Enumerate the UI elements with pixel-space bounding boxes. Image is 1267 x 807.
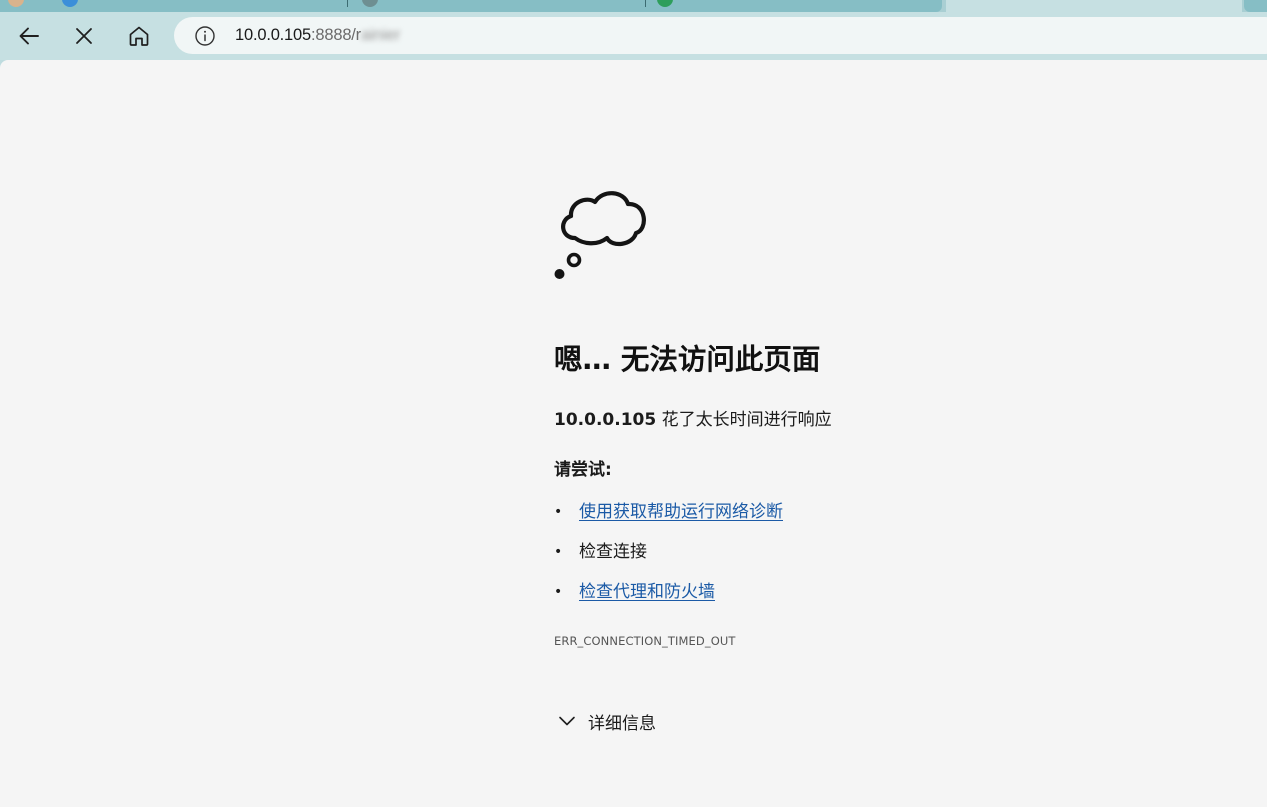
stop-loading-button[interactable] (66, 18, 102, 54)
bullet: • (554, 584, 563, 600)
check-proxy-firewall-link[interactable]: 检查代理和防火墙 (579, 578, 715, 606)
tab-separator (645, 0, 646, 7)
page-viewport: 嗯… 无法访问此页面 10.0.0.105 花了太长时间进行响应 请尝试: • … (0, 60, 1267, 807)
tab-inactive[interactable] (1244, 0, 1267, 12)
check-connection-text: 检查连接 (579, 542, 647, 562)
site-info-button[interactable] (194, 25, 216, 47)
details-toggle-button[interactable]: 详细信息 (556, 706, 656, 736)
details-label: 详细信息 (588, 713, 656, 734)
tab-separator (347, 0, 348, 7)
home-icon (129, 26, 149, 46)
back-arrow-icon (19, 27, 39, 45)
close-icon (76, 28, 92, 44)
url-text[interactable]: 10.0.0.105:8888/rainier (235, 17, 400, 54)
browser-toolbar: 10.0.0.105:8888/rainier (0, 12, 1267, 60)
try-label: 请尝试: (554, 460, 612, 480)
error-description: 10.0.0.105 花了太长时间进行响应 (554, 407, 832, 433)
info-icon (195, 26, 215, 46)
thought-cloud-icon (554, 191, 646, 279)
back-button[interactable] (11, 18, 47, 54)
tab-strip (0, 0, 1267, 12)
home-button[interactable] (121, 18, 157, 54)
url-path: :8888/r (311, 26, 361, 44)
error-code: ERR_CONNECTION_TIMED_OUT (554, 634, 736, 648)
error-title: 嗯… 无法访问此页面 (554, 343, 821, 376)
tab-active[interactable] (946, 0, 1242, 12)
url-path-obscured: ainier (360, 26, 401, 44)
bullet: • (554, 504, 563, 520)
url-host: 10.0.0.105 (235, 26, 311, 44)
error-message: 花了太长时间进行响应 (656, 410, 832, 430)
network-diagnostics-link[interactable]: 使用获取帮助运行网络诊断 (579, 498, 783, 526)
tab-inactive[interactable] (0, 0, 942, 12)
bullet: • (554, 544, 563, 560)
chevron-down-icon (556, 710, 578, 732)
error-host: 10.0.0.105 (554, 410, 657, 430)
address-bar[interactable]: 10.0.0.105:8888/rainier (174, 17, 1267, 54)
